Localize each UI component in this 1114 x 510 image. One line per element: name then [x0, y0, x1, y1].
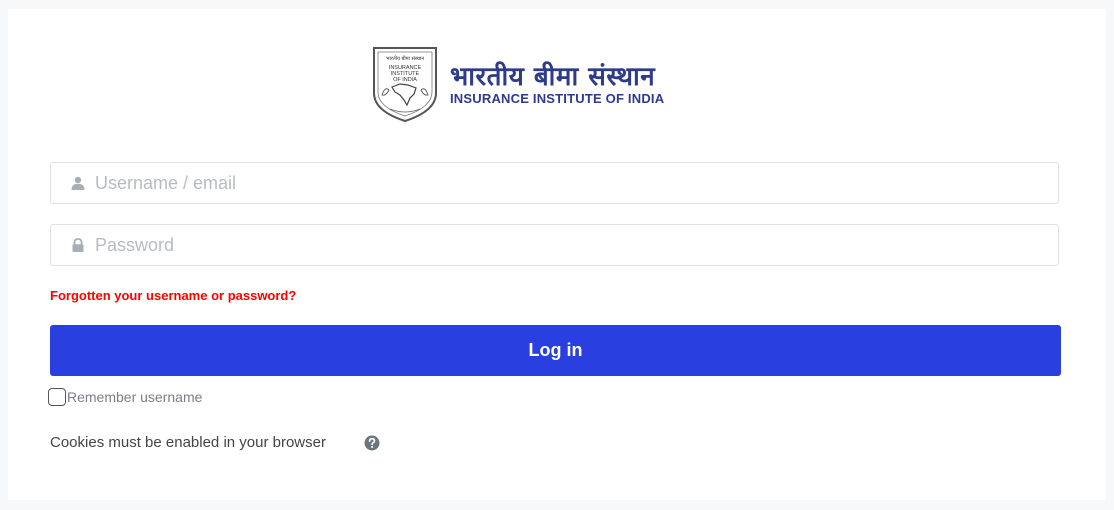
emblem-hindi-text: भारतीय बीमा संस्थान — [386, 55, 424, 62]
logo-text: भारतीय बीमा संस्थान INSURANCE INSTITUTE … — [450, 62, 664, 106]
cookies-notice-text: Cookies must be enabled in your browser — [50, 434, 326, 451]
login-card: भारतीय बीमा संस्थान INSURANCE INSTITUTE … — [8, 9, 1106, 500]
username-field[interactable] — [50, 162, 1059, 204]
password-input[interactable] — [95, 234, 995, 256]
remember-username[interactable]: Remember username — [48, 388, 202, 406]
user-icon — [71, 176, 85, 190]
remember-username-label[interactable]: Remember username — [67, 389, 202, 405]
logo-hindi-name: भारतीय बीमा संस्थान — [450, 62, 656, 92]
emblem-line-text: OF INDIA — [393, 77, 417, 83]
question-circle-icon[interactable] — [364, 435, 380, 451]
institute-emblem-icon: भारतीय बीमा संस्थान INSURANCE INSTITUTE … — [373, 47, 437, 123]
lock-icon — [71, 238, 85, 252]
password-field[interactable] — [50, 224, 1059, 266]
site-logo[interactable]: भारतीय बीमा संस्थान INSURANCE INSTITUTE … — [370, 45, 664, 123]
logo-english-name: INSURANCE INSTITUTE OF INDIA — [450, 91, 665, 106]
login-button[interactable]: Log in — [50, 325, 1061, 376]
forgot-credentials-link[interactable]: Forgotten your username or password? — [50, 288, 296, 303]
remember-username-checkbox[interactable] — [48, 388, 66, 406]
username-input[interactable] — [95, 172, 995, 194]
cookies-notice: Cookies must be enabled in your browser — [50, 434, 380, 451]
